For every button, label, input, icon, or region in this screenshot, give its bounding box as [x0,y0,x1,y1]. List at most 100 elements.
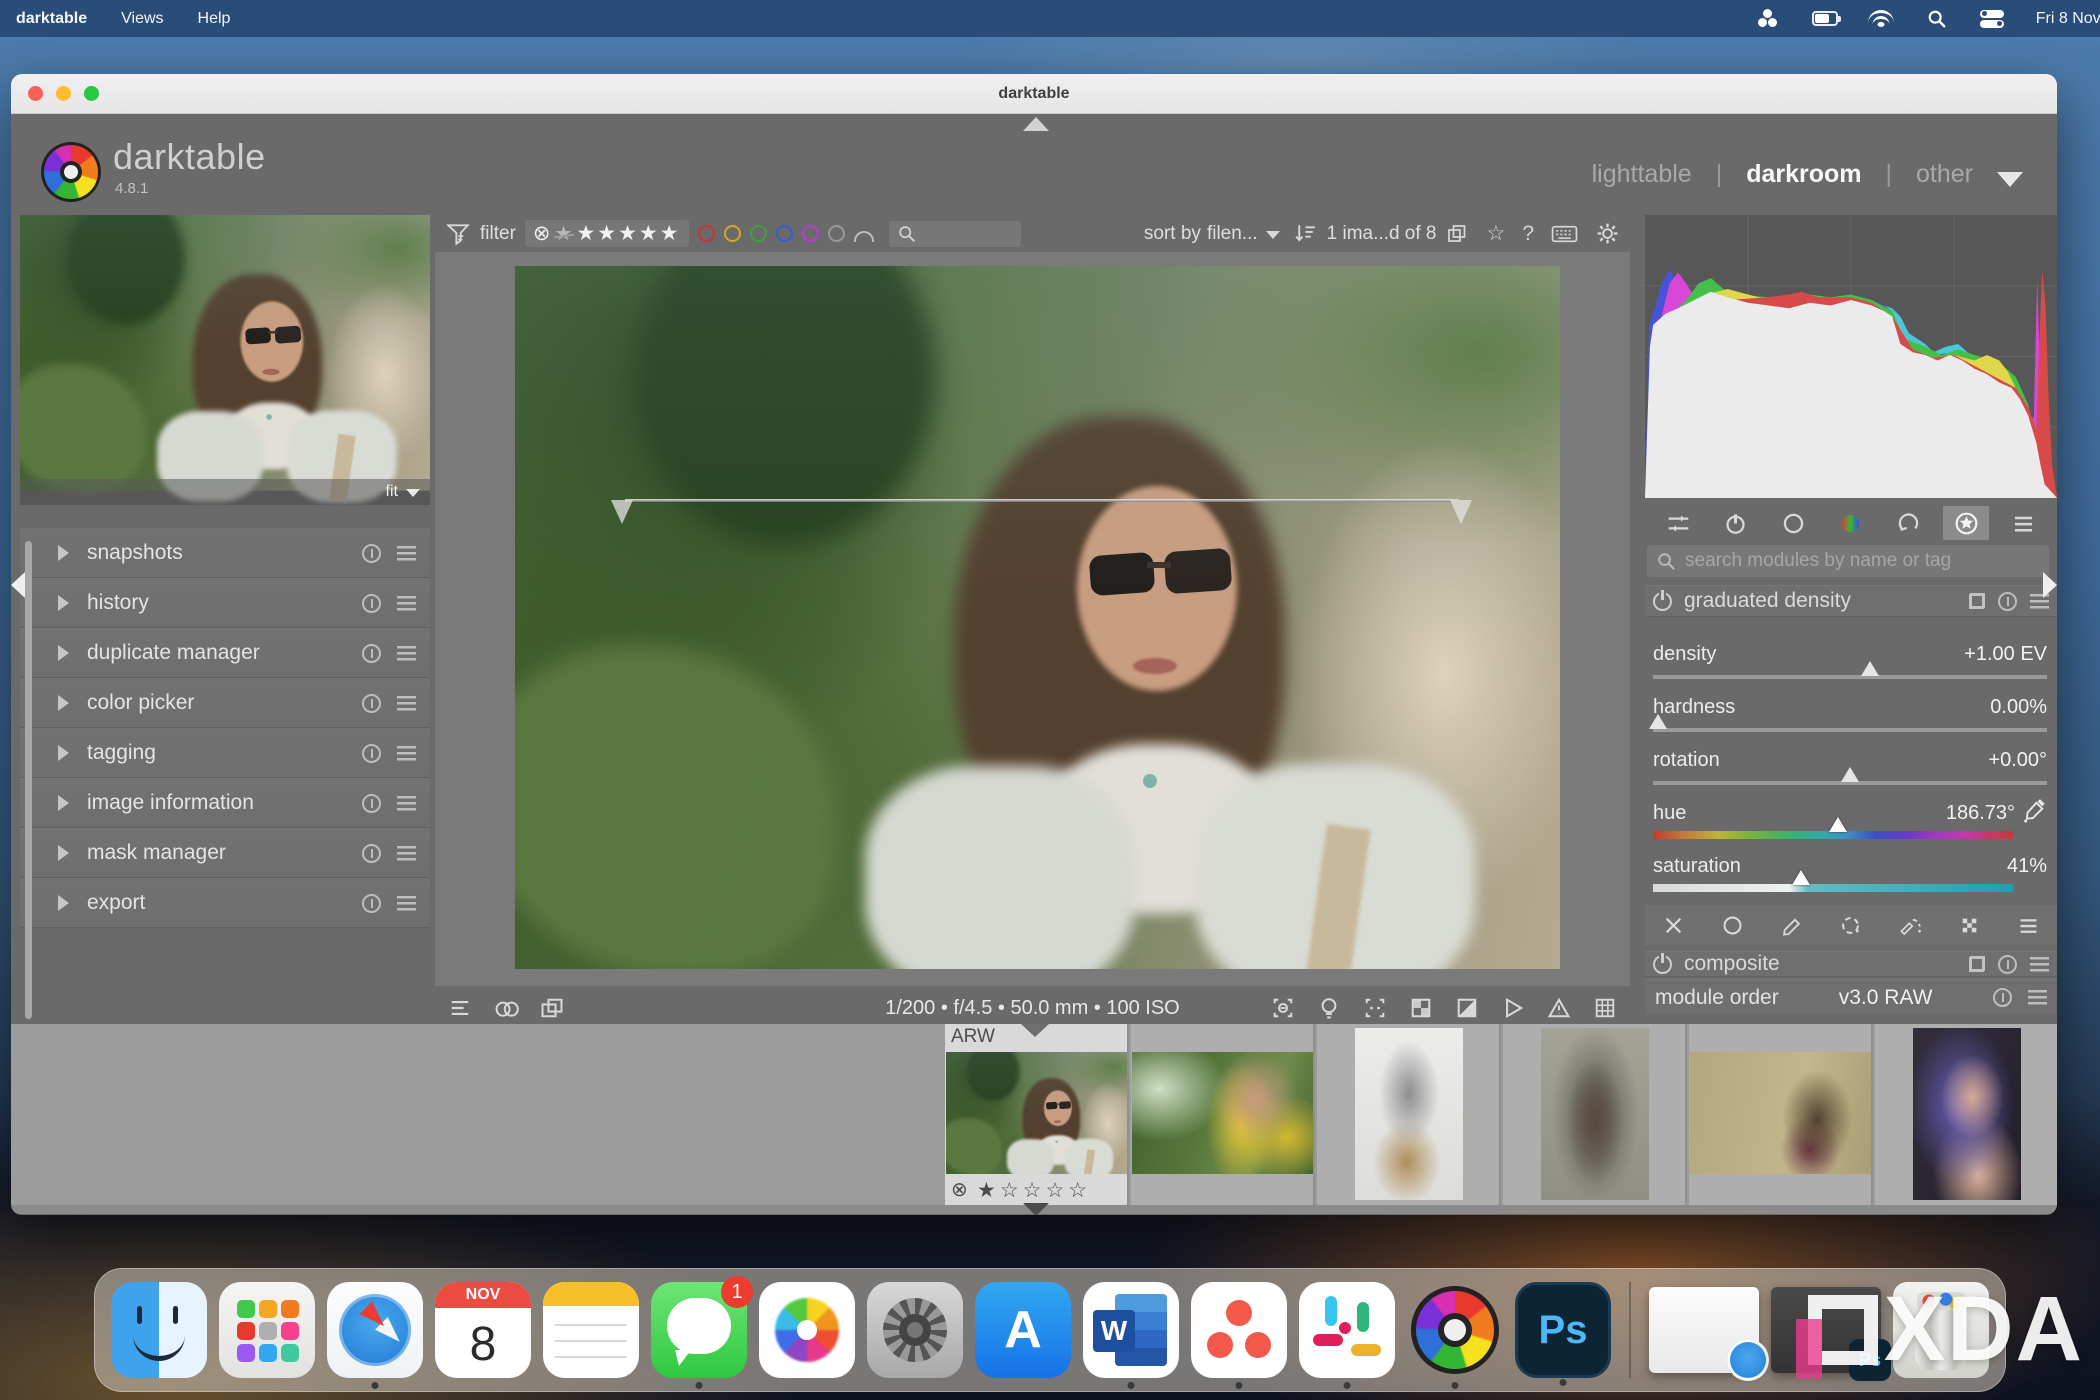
dock-calendar-icon[interactable]: NOV8 [435,1282,531,1378]
zoom-mode-value[interactable]: fit [386,483,398,501]
slider-saturation[interactable]: saturation41% [1651,851,2049,904]
sort-chevron-icon[interactable] [1266,231,1280,239]
slider-hardness[interactable]: hardness0.00% [1651,692,2049,745]
presets-menu-icon[interactable] [397,646,416,661]
presets-menu-icon[interactable] [397,596,416,611]
dock-settings-icon[interactable] [867,1282,963,1378]
color-label-none-icon[interactable] [854,231,874,242]
zoom-fit-icon[interactable] [1362,995,1388,1021]
filmstrip-thumbnail-woman-arched-door[interactable] [1503,1024,1687,1205]
slider-density[interactable]: density+1.00 EV [1651,639,2049,692]
expand-arrow-icon[interactable] [58,695,69,711]
slider-marker[interactable] [1861,661,1879,676]
sort-by-value[interactable]: filen... [1207,223,1258,245]
collapse-right-panel-handle[interactable] [2043,572,2057,598]
main-photo[interactable] [515,266,1560,969]
menubar-app-menu[interactable]: darktable [16,10,87,28]
module-tab-presets-menu[interactable] [2001,506,2047,540]
slider-rotation[interactable]: rotation+0.00° [1651,745,2049,798]
color-label-icon-2[interactable] [750,225,767,242]
module-composite-header[interactable]: composite [1645,951,2057,977]
slider-track[interactable] [1653,884,2013,892]
preferences-gear-icon[interactable] [1595,221,1620,246]
section-export[interactable]: export [20,878,430,928]
sort-order-icon[interactable] [1293,221,1318,246]
color-label-icon-3[interactable] [776,225,793,242]
dock-notes-icon[interactable] [543,1282,639,1378]
slider-track[interactable] [1653,728,2047,732]
section-tagging[interactable]: tagging [20,728,430,778]
slider-marker[interactable] [1649,714,1667,729]
slider-track[interactable] [1653,781,2047,785]
color-label-icon-4[interactable] [802,225,819,242]
reset-icon[interactable] [362,694,381,713]
star-rating[interactable]: ★☆☆☆☆ [951,1178,1091,1203]
dock-word-icon[interactable] [1083,1282,1179,1378]
dock-appstore-icon[interactable] [975,1282,1071,1378]
module-power-icon[interactable] [1653,955,1672,974]
expand-arrow-icon[interactable] [58,895,69,911]
star-rating-icons[interactable]: ★★★★★ [576,221,680,246]
section-image-information[interactable]: image information [20,778,430,828]
collapse-bottom-panel-handle[interactable] [1023,1203,1049,1215]
expand-arrow-icon[interactable] [58,595,69,611]
module-tab-color-group[interactable] [1828,506,1874,540]
overexposed-icon[interactable] [1546,995,1572,1021]
menubar-item-views[interactable]: Views [121,10,163,28]
image-stack-icon[interactable] [1445,222,1469,246]
presets-menu-icon[interactable] [397,846,416,861]
module-search-input[interactable]: search modules by name or tag [1647,545,2049,577]
dock-darktable-icon[interactable] [1407,1282,1503,1378]
sort-by-control[interactable]: sort by filen... [1144,223,1284,245]
expand-arrow-icon[interactable] [58,745,69,761]
module-graduated-density-header[interactable]: graduated density [1645,585,2057,617]
reset-icon[interactable] [362,544,381,563]
filter-search-input[interactable] [889,221,1021,247]
view-lighttable[interactable]: lighttable [1592,160,1692,189]
filmstrip-thumbnail-man-on-stool[interactable] [1317,1024,1501,1205]
module-tab-effects-group[interactable] [1943,506,1989,540]
battery-icon[interactable] [1812,9,1838,29]
reset-module-icon[interactable] [1993,988,2012,1007]
filmstrip-thumbnail-woman-purple-headscarf[interactable] [1875,1024,2057,1205]
expand-arrow-icon[interactable] [58,795,69,811]
minimized-window-safari[interactable] [1649,1287,1759,1373]
softproof-icon[interactable] [1500,995,1526,1021]
star-icon[interactable]: ☆ [1486,221,1505,246]
left-panel-scrollbar[interactable] [25,541,32,1019]
zoom-mode-control[interactable]: fit [20,479,430,505]
slider-hue[interactable]: hue186.73° [1651,798,2049,851]
dock-launchpad-icon[interactable] [219,1282,315,1378]
duplicate-module-icon[interactable] [1969,956,1985,972]
reset-icon[interactable] [362,744,381,763]
control-center-icon[interactable] [1980,10,2006,28]
module-order-row[interactable]: module order v3.0 RAW [1645,979,2057,1015]
reset-icon[interactable] [362,644,381,663]
menubar-item-help[interactable]: Help [198,10,231,28]
section-color-picker[interactable]: color picker [20,678,430,728]
dock-asana-icon[interactable] [1191,1282,1287,1378]
reset-module-icon[interactable] [1998,955,2017,974]
filmstrip-thumbnail-portrait-woman-sunglasses[interactable]: ARW⊗★☆☆☆☆ [945,1024,1129,1205]
slider-track[interactable] [1653,675,2047,679]
module-tab-correct-group[interactable] [1886,506,1932,540]
dock-slack-icon[interactable] [1299,1282,1395,1378]
color-label-icon-1[interactable] [724,225,741,242]
module-title[interactable]: composite [1684,952,1957,976]
focus-peaking-icon[interactable] [1270,995,1296,1021]
menubar-clock[interactable]: Fri 8 Nov 2 [2036,10,2100,28]
blend-off-icon[interactable] [1661,913,1686,938]
section-history[interactable]: history [20,578,430,628]
view-darkroom[interactable]: darkroom [1746,160,1861,189]
color-label-icon-5[interactable] [828,225,845,242]
shortcuts-icon[interactable] [1551,223,1578,245]
zoom-mode-chevron-icon[interactable] [406,489,420,497]
grid-icon[interactable] [1592,995,1618,1021]
dock-photos-icon[interactable] [759,1282,855,1378]
collapse-left-panel-handle[interactable] [11,572,25,598]
module-power-icon[interactable] [1653,592,1672,611]
histogram[interactable] [1645,215,2057,498]
filter-funnel-icon[interactable] [445,221,471,247]
clipping-icon[interactable] [1454,995,1480,1021]
expand-arrow-icon[interactable] [58,645,69,661]
